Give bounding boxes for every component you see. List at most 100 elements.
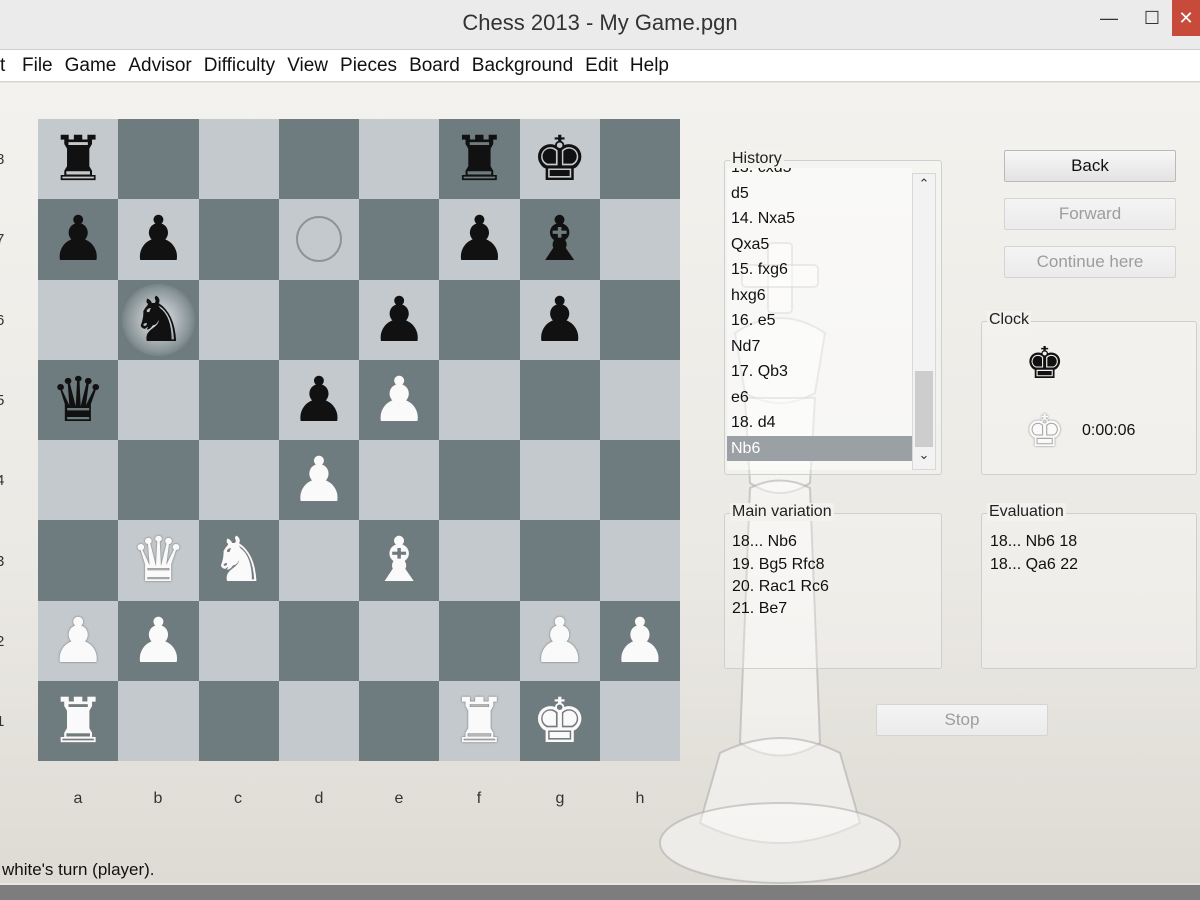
close-button[interactable]: ✕ xyxy=(1172,0,1200,36)
history-item[interactable]: 17. Qb3 xyxy=(727,359,912,385)
square-e5[interactable]: ♟ xyxy=(359,359,440,440)
menu-item-game[interactable]: Game xyxy=(59,55,123,77)
scroll-thumb[interactable] xyxy=(915,371,933,447)
square-e4[interactable] xyxy=(359,440,440,521)
white-queen-icon[interactable]: ♛ xyxy=(131,529,187,591)
square-d6[interactable] xyxy=(278,279,359,360)
white-pawn-icon[interactable]: ♟ xyxy=(50,609,106,672)
square-d4[interactable]: ♟ xyxy=(278,440,359,521)
square-f3[interactable] xyxy=(439,520,520,601)
history-item[interactable]: Nd7 xyxy=(727,334,912,360)
square-a1[interactable]: ♜ xyxy=(38,680,119,761)
square-g6[interactable]: ♟ xyxy=(519,279,600,360)
square-d3[interactable] xyxy=(278,520,359,601)
black-pawn-icon[interactable]: ♟ xyxy=(50,208,106,270)
forward-button[interactable]: Forward xyxy=(1004,198,1176,230)
menu-item-pieces[interactable]: Pieces xyxy=(334,55,403,77)
black-pawn-icon[interactable]: ♟ xyxy=(452,208,508,270)
square-d1[interactable] xyxy=(278,680,359,761)
white-bishop-icon[interactable]: ♝ xyxy=(371,529,427,591)
square-g7[interactable]: ♝ xyxy=(519,199,600,280)
white-knight-icon[interactable]: ♞ xyxy=(211,529,267,591)
maximize-button[interactable]: ☐ xyxy=(1136,0,1168,36)
square-h2[interactable]: ♟ xyxy=(599,600,680,681)
square-c4[interactable] xyxy=(198,440,279,521)
square-b6[interactable]: ♞ xyxy=(118,279,199,360)
history-scrollbar[interactable]: ⌃ ⌄ xyxy=(912,173,936,470)
square-e1[interactable] xyxy=(359,680,440,761)
square-e2[interactable] xyxy=(359,600,440,681)
square-b7[interactable]: ♟ xyxy=(118,199,199,280)
square-f7[interactable]: ♟ xyxy=(439,199,520,280)
menu-item-edit[interactable]: Edit xyxy=(579,55,624,77)
square-g1[interactable]: ♚ xyxy=(519,680,600,761)
menu-item-difficulty[interactable]: Difficulty xyxy=(198,55,281,77)
scroll-up-icon[interactable]: ⌃ xyxy=(913,176,935,196)
square-a7[interactable]: ♟ xyxy=(38,199,119,280)
square-c7[interactable] xyxy=(198,199,279,280)
square-a3[interactable] xyxy=(38,520,119,601)
back-button[interactable]: Back xyxy=(1004,150,1176,182)
square-g2[interactable]: ♟ xyxy=(519,600,600,681)
square-f5[interactable] xyxy=(439,359,520,440)
square-f1[interactable]: ♜ xyxy=(439,680,520,761)
history-item[interactable]: 13. cxd5 xyxy=(727,168,912,181)
square-c1[interactable] xyxy=(198,680,279,761)
history-list[interactable]: 13. cxd5d514. Nxa5Qxa515. fxg6hxg616. e5… xyxy=(727,168,912,470)
white-pawn-icon[interactable]: ♟ xyxy=(131,609,187,672)
white-pawn-icon[interactable]: ♟ xyxy=(612,609,668,672)
white-pawn-icon[interactable]: ♟ xyxy=(291,449,347,511)
square-d5[interactable]: ♟ xyxy=(278,359,359,440)
square-e8[interactable] xyxy=(359,119,440,200)
square-a8[interactable]: ♜ xyxy=(38,119,119,200)
square-h5[interactable] xyxy=(599,359,680,440)
square-d7[interactable] xyxy=(278,199,359,280)
square-a4[interactable] xyxy=(38,440,119,521)
black-pawn-icon[interactable]: ♟ xyxy=(532,288,588,351)
black-rook-icon[interactable]: ♜ xyxy=(452,128,508,190)
square-b5[interactable] xyxy=(118,359,199,440)
square-g3[interactable] xyxy=(519,520,600,601)
square-c2[interactable] xyxy=(198,600,279,681)
square-a2[interactable]: ♟ xyxy=(38,600,119,681)
continue-here-button[interactable]: Continue here xyxy=(1004,246,1176,278)
square-b2[interactable]: ♟ xyxy=(118,600,199,681)
square-h6[interactable] xyxy=(599,279,680,360)
square-a5[interactable]: ♛ xyxy=(38,359,119,440)
square-h4[interactable] xyxy=(599,440,680,521)
stop-button[interactable]: Stop xyxy=(876,704,1048,736)
square-d8[interactable] xyxy=(278,119,359,200)
menu-item-truncated[interactable]: t xyxy=(0,55,16,77)
white-pawn-icon[interactable]: ♟ xyxy=(371,368,427,431)
square-h3[interactable] xyxy=(599,520,680,601)
square-h8[interactable] xyxy=(599,119,680,200)
square-f2[interactable] xyxy=(439,600,520,681)
history-item[interactable]: d5 xyxy=(727,181,912,207)
square-d2[interactable] xyxy=(278,600,359,681)
square-b3[interactable]: ♛ xyxy=(118,520,199,601)
square-a6[interactable] xyxy=(38,279,119,360)
square-g8[interactable]: ♚ xyxy=(519,119,600,200)
square-b4[interactable] xyxy=(118,440,199,521)
square-b1[interactable] xyxy=(118,680,199,761)
black-queen-icon[interactable]: ♛ xyxy=(50,368,106,431)
square-f6[interactable] xyxy=(439,279,520,360)
white-king-icon[interactable]: ♚ xyxy=(532,689,588,752)
square-c8[interactable] xyxy=(198,119,279,200)
menu-item-file[interactable]: File xyxy=(16,55,59,77)
white-rook-icon[interactable]: ♜ xyxy=(452,689,508,752)
black-pawn-icon[interactable]: ♟ xyxy=(131,208,187,270)
square-g4[interactable] xyxy=(519,440,600,521)
black-pawn-icon[interactable]: ♟ xyxy=(291,368,347,431)
black-rook-icon[interactable]: ♜ xyxy=(50,128,106,190)
black-pawn-icon[interactable]: ♟ xyxy=(371,288,427,351)
menu-item-board[interactable]: Board xyxy=(403,55,466,77)
black-bishop-icon[interactable]: ♝ xyxy=(532,208,588,270)
history-item[interactable]: Qxa5 xyxy=(727,232,912,258)
history-item[interactable]: 18. d4 xyxy=(727,410,912,436)
menu-item-help[interactable]: Help xyxy=(624,55,675,77)
square-b8[interactable] xyxy=(118,119,199,200)
menu-item-view[interactable]: View xyxy=(281,55,334,77)
menu-item-background[interactable]: Background xyxy=(466,55,579,77)
square-c6[interactable] xyxy=(198,279,279,360)
